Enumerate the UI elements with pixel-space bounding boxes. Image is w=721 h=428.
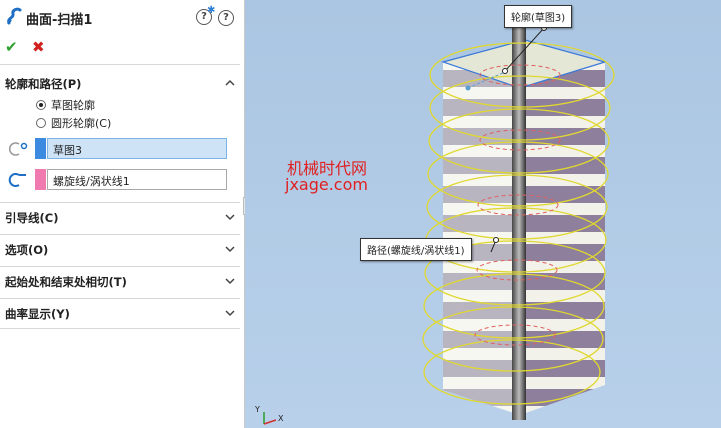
section-heading-options[interactable]: 选项(O) — [5, 242, 48, 258]
radio-indicator[interactable] — [36, 100, 46, 110]
page-title: 曲面-扫描1 — [26, 13, 93, 28]
path-color-swatch — [35, 169, 46, 190]
radio-circular-profile[interactable]: 圆形轮廓(C) — [36, 115, 111, 131]
profile-icon — [9, 142, 28, 156]
detailed-preview-icon[interactable]: ? ✱ — [196, 5, 215, 25]
divider — [0, 234, 240, 235]
radio-label: 草图轮廓 — [51, 99, 95, 112]
section-heading-profile-path[interactable]: 轮廓和路径(P) — [5, 76, 81, 92]
divider — [0, 202, 240, 203]
chevron-down-icon[interactable] — [224, 243, 236, 255]
axis-y-label: Y — [255, 405, 260, 414]
chevron-down-icon[interactable] — [224, 307, 236, 319]
profile-color-swatch — [35, 138, 46, 159]
divider — [0, 64, 240, 65]
divider — [0, 266, 240, 267]
property-manager: 曲面-扫描1 ? ✱ ? ✔ ✖ 轮廓和路径(P) 草图轮廓 圆形轮廓(C) 草… — [0, 0, 245, 428]
radio-sketch-profile[interactable]: 草图轮廓 — [36, 97, 95, 113]
path-selection-field[interactable]: 螺旋线/涡状线1 — [47, 169, 227, 190]
graphics-viewport[interactable]: 轮廓(草图3) 路径(螺旋线/涡状线1) 机械时代网 jxage.com Y X — [245, 0, 721, 428]
3d-model — [263, 20, 615, 425]
chevron-down-icon[interactable] — [224, 211, 236, 223]
divider — [0, 328, 240, 329]
radio-label: 圆形轮廓(C) — [51, 117, 112, 130]
divider — [0, 298, 240, 299]
profile-selection-field[interactable]: 草图3 — [47, 138, 227, 159]
callout-path[interactable]: 路径(螺旋线/涡状线1) — [360, 238, 472, 261]
chevron-down-icon[interactable] — [224, 275, 236, 287]
section-heading-guide-curves[interactable]: 引导线(C) — [5, 210, 58, 226]
path-icon — [8, 173, 26, 187]
core-cylinder — [512, 20, 526, 420]
callout-profile[interactable]: 轮廓(草图3) — [504, 5, 573, 28]
cancel-button[interactable]: ✖ — [32, 38, 45, 56]
axis-x-line — [263, 419, 277, 425]
section-heading-curvature[interactable]: 曲率显示(Y) — [5, 306, 70, 322]
section-heading-tangency[interactable]: 起始处和结束处相切(T) — [5, 274, 127, 290]
ok-button[interactable]: ✔ — [5, 38, 18, 56]
radio-indicator[interactable] — [36, 118, 46, 128]
swept-surface-icon — [7, 7, 22, 25]
axis-x-label: X — [278, 414, 284, 423]
chevron-up-icon[interactable] — [224, 77, 236, 89]
help-button[interactable]: ? — [218, 10, 234, 26]
asterisk-icon: ✱ — [207, 5, 216, 16]
watermark-url: jxage.com — [285, 175, 368, 194]
